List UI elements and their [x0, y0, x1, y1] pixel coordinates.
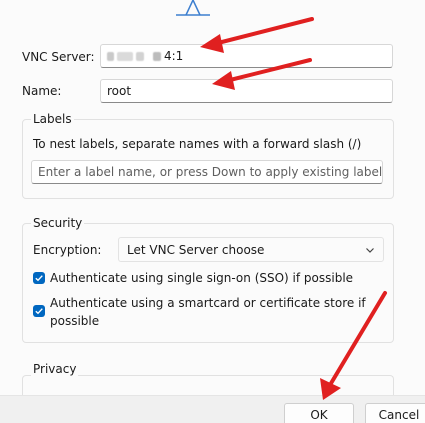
smartcard-checkbox-label-line2: possible: [50, 314, 100, 328]
cancel-button-label: Cancel: [378, 408, 420, 422]
sso-checkbox-label: Authenticate using single sign-on (SSO) …: [50, 271, 354, 285]
security-group-title: Security: [31, 216, 85, 230]
name-label: Name:: [22, 84, 62, 98]
connection-properties-dialog: VNC Server: 4:1 Name: root Labels To nes…: [0, 0, 425, 423]
smartcard-checkbox[interactable]: [33, 305, 45, 317]
chevron-down-icon: [366, 247, 374, 253]
redacted-text: [153, 51, 161, 61]
encryption-value: Let VNC Server choose: [127, 242, 265, 257]
name-field[interactable]: root: [100, 79, 393, 103]
labels-group-title: Labels: [31, 112, 74, 126]
dialog-footer: [0, 395, 425, 423]
vnc-server-label: VNC Server:: [22, 50, 95, 64]
smartcard-checkbox-label-line1: Authenticate using a smartcard or certif…: [50, 296, 366, 310]
label-input-placeholder: Enter a label name, or press Down to app…: [38, 165, 383, 179]
checkmark-icon: [35, 308, 43, 315]
checkmark-icon: [35, 275, 43, 282]
redacted-text: [107, 51, 114, 61]
encryption-select[interactable]: Let VNC Server choose: [118, 237, 384, 262]
sso-checkbox[interactable]: [33, 272, 45, 284]
vnc-server-field[interactable]: 4:1: [100, 44, 393, 68]
ok-button[interactable]: OK: [284, 403, 354, 423]
name-value: root: [107, 84, 132, 98]
encryption-label: Encryption:: [33, 243, 102, 257]
top-graphic-icon: [176, 0, 210, 16]
redacted-text: [136, 51, 144, 61]
privacy-group-title: Privacy: [31, 362, 79, 376]
label-input[interactable]: Enter a label name, or press Down to app…: [31, 160, 383, 184]
labels-hint: To nest labels, separate names with a fo…: [33, 137, 362, 151]
cancel-button[interactable]: Cancel: [365, 403, 425, 423]
labels-group: [22, 119, 394, 199]
redacted-text: [117, 51, 133, 61]
ok-button-label: OK: [310, 408, 328, 422]
vnc-server-value: 4:1: [164, 49, 184, 63]
